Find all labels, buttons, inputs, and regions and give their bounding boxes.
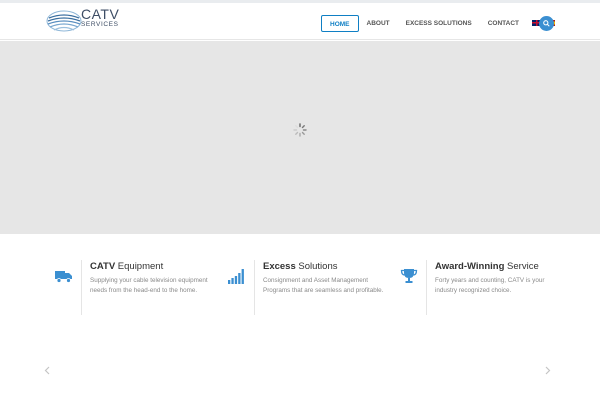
feature-description: Forty years and counting, CATV is your i… bbox=[435, 277, 545, 294]
main-nav: HOME ABOUT EXCESS SOLUTIONS CONTACT bbox=[321, 13, 556, 33]
features-section: CATV Equipment Supplying your cable tele… bbox=[0, 234, 600, 400]
feature-divider bbox=[254, 260, 255, 315]
nav-item-about[interactable]: ABOUT bbox=[359, 15, 398, 32]
search-button[interactable] bbox=[539, 16, 554, 31]
trophy-icon bbox=[400, 269, 418, 283]
carousel-prev-button[interactable] bbox=[44, 366, 50, 378]
feature-title-rest: Solutions bbox=[295, 261, 338, 272]
chevron-right-icon bbox=[545, 366, 551, 375]
site-header: CATV SERVICES HOME ABOUT EXCESS SOLUTION… bbox=[0, 3, 600, 40]
feature-title: CATV Equipment bbox=[90, 261, 163, 272]
feature-title: Excess Solutions bbox=[263, 261, 338, 272]
nav-item-excess-solutions[interactable]: EXCESS SOLUTIONS bbox=[398, 15, 480, 32]
nav-item-contact[interactable]: CONTACT bbox=[480, 15, 527, 32]
feature-title-rest: Equipment bbox=[115, 261, 164, 272]
chevron-left-icon bbox=[44, 366, 50, 375]
truck-icon bbox=[55, 271, 72, 283]
feature-title-bold: Excess bbox=[263, 261, 296, 272]
feature-description: Supplying your cable television equipmen… bbox=[90, 277, 208, 294]
carousel-next-button[interactable] bbox=[545, 366, 551, 378]
brand-line-1: CATV bbox=[81, 6, 120, 22]
hero-slider[interactable] bbox=[0, 41, 600, 234]
brand-line-2: SERVICES bbox=[81, 21, 119, 28]
feature-divider bbox=[426, 260, 427, 315]
feature-divider bbox=[81, 260, 82, 315]
feature-description: Consignment and Asset Management Program… bbox=[263, 277, 384, 294]
search-icon bbox=[543, 20, 550, 27]
feature-title: Award-Winning Service bbox=[435, 261, 539, 272]
brand-name[interactable]: CATV SERVICES bbox=[81, 7, 119, 29]
nav-item-home[interactable]: HOME bbox=[321, 14, 359, 32]
feature-title-bold: Award-Winning bbox=[435, 261, 505, 272]
feature-title-rest: Service bbox=[504, 261, 539, 272]
signal-bars-icon bbox=[228, 269, 244, 284]
loading-spinner-icon bbox=[293, 123, 307, 137]
feature-title-bold: CATV bbox=[90, 261, 116, 272]
